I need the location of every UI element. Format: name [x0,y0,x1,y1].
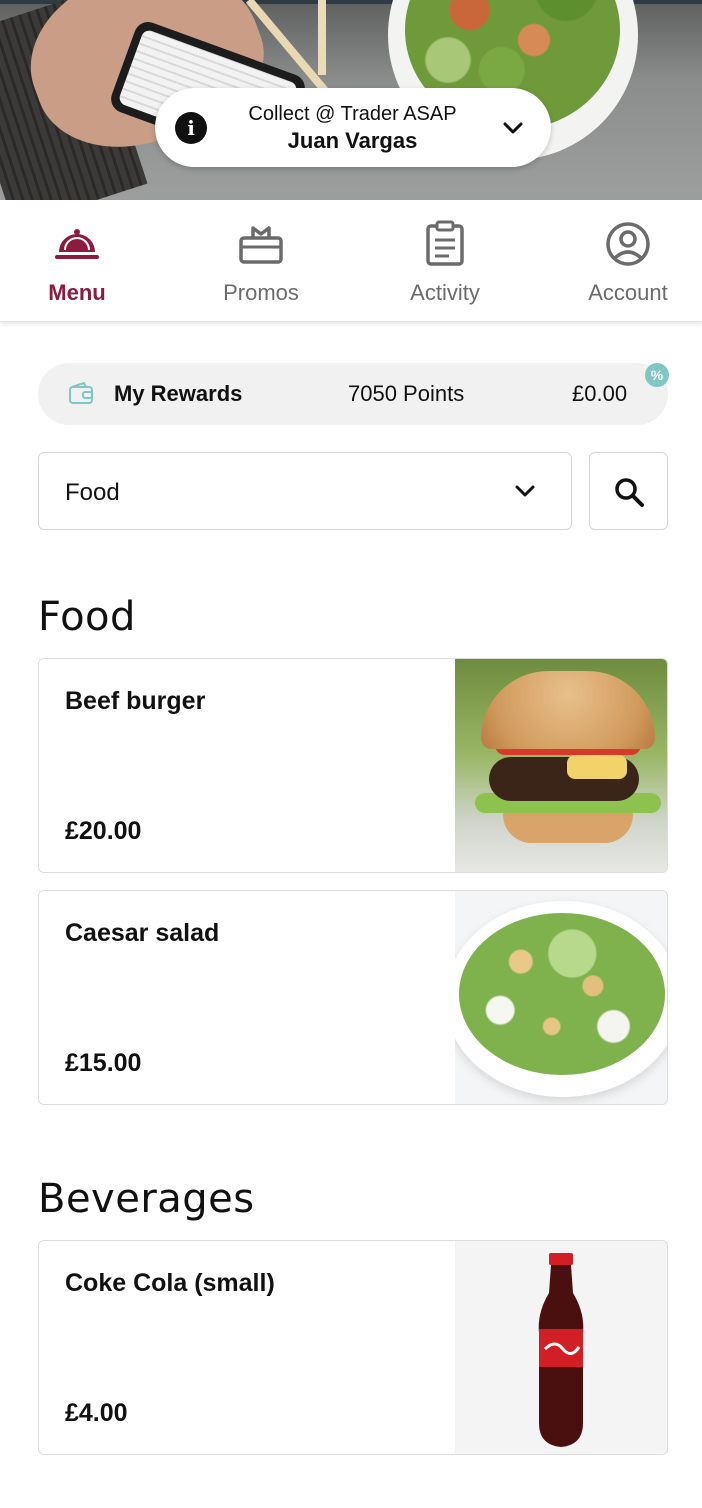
tab-label: Account [588,280,668,305]
tab-label: Activity [410,280,480,305]
chevron-down-icon[interactable] [501,116,525,140]
section-title-beverages: Beverages [38,1176,255,1222]
clipboard-icon [426,220,464,266]
tab-label: Promos [223,280,299,305]
tab-menu[interactable]: Menu [0,200,165,322]
item-price: £15.00 [65,1049,142,1077]
customer-name: Juan Vargas [287,128,418,153]
menu-item-card[interactable]: Beef burger £20.00 [38,658,668,873]
salad-image [455,891,667,1104]
user-circle-icon [606,222,650,266]
section-title-food: Food [38,594,136,640]
item-price: £4.00 [65,1399,128,1427]
rewards-bar[interactable]: My Rewards 7050 Points £0.00 [38,363,668,425]
search-icon [615,478,644,507]
tab-activity[interactable]: Activity [357,200,533,322]
bottle-graphic [538,1253,584,1447]
collection-location: Collect @ Trader ASAP [248,103,457,125]
item-price: £20.00 [65,817,142,845]
item-name: Caesar salad [65,919,220,947]
gift-icon [239,226,283,264]
search-button[interactable] [589,452,668,530]
wallet-icon [69,382,93,404]
category-value: Food [65,479,120,506]
menu-item-card[interactable]: Caesar salad £15.00 [38,890,668,1105]
coke-bottle-image [455,1241,667,1454]
tab-label: Menu [48,280,106,305]
tab-promos[interactable]: Promos [173,200,349,322]
item-name: Coke Cola (small) [65,1269,275,1297]
info-icon[interactable]: i [175,112,207,144]
cloche-icon [55,229,99,259]
collection-selector[interactable]: i Collect @ Trader ASAP Juan Vargas [155,88,551,167]
rewards-points: 7050 Points [348,381,465,406]
chevron-down-icon [515,485,535,497]
chopstick [318,0,326,75]
percent-badge: % [645,363,669,387]
item-name: Beef burger [65,687,206,715]
burger-image [455,659,667,872]
tab-account[interactable]: Account [540,200,702,322]
rewards-balance: £0.00 [572,381,628,406]
tab-bar: Menu Promos Activity Account [0,200,702,322]
menu-item-card[interactable]: Coke Cola (small) £4.00 [38,1240,668,1455]
category-dropdown[interactable]: Food [38,452,572,530]
rewards-title: My Rewards [114,381,243,406]
